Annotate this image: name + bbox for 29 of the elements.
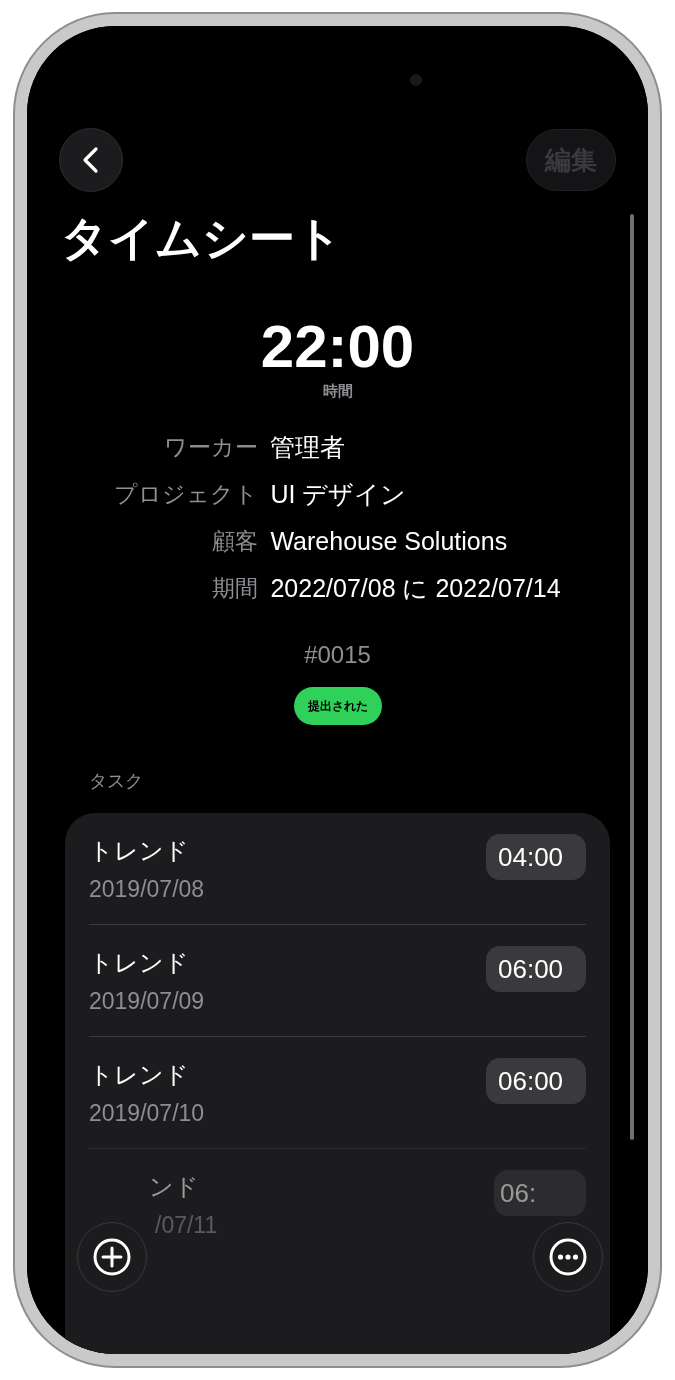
detail-value: Warehouse Solutions — [270, 526, 508, 557]
task-title: トレンド — [89, 836, 190, 867]
more-icon — [549, 1238, 587, 1276]
task-date: 2019/07/10 — [89, 1099, 205, 1128]
task-date: /07/11 — [154, 1211, 218, 1240]
hours-pill: 06:00 — [486, 1058, 586, 1104]
task-title: ンド — [149, 1172, 200, 1203]
total-hours: 22:00 — [260, 314, 415, 380]
task-title: トレンド — [89, 1060, 190, 1091]
timesheet-number: #0015 — [304, 641, 371, 669]
detail-value: 管理者 — [270, 432, 346, 463]
task-date: 2019/07/09 — [89, 987, 205, 1016]
hours-pill: 06:00 — [486, 946, 586, 992]
detail-label: プロジェクト — [114, 480, 259, 509]
detail-value: 2022/07/08 に 2022/07/14 — [270, 573, 561, 604]
camera-icon — [410, 74, 422, 86]
status-badge: 提出された — [293, 687, 382, 725]
hours-pill: 04:00 — [486, 834, 586, 880]
detail-label: 期間 — [212, 574, 259, 603]
task-title: トレンド — [89, 948, 190, 979]
section-header: タスク — [89, 769, 144, 793]
detail-label: 顧客 — [212, 527, 259, 556]
detail-value: UI デザイン — [270, 479, 407, 510]
total-caption: 時間 — [322, 382, 353, 401]
plus-circle-icon — [93, 1238, 131, 1276]
hours-pill: 06: — [494, 1170, 586, 1216]
task-date: 2019/07/08 — [89, 875, 205, 904]
page-title: タイムシート — [61, 210, 343, 267]
detail-label: ワーカー — [164, 433, 259, 462]
